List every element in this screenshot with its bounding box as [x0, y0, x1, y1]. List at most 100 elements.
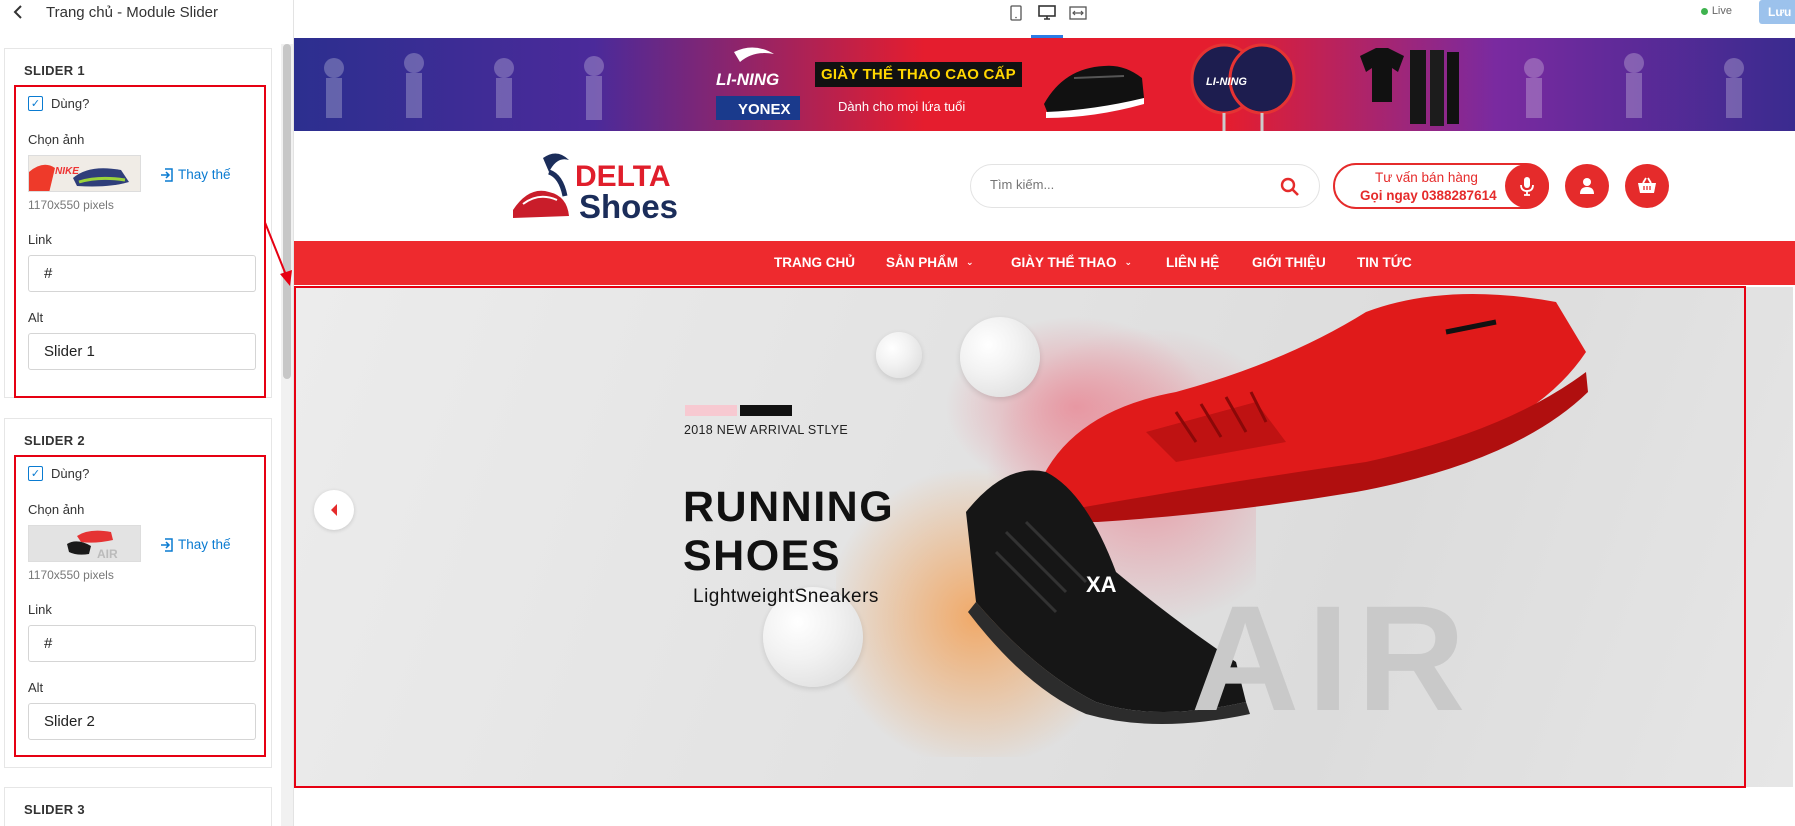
link-label: Link: [28, 232, 52, 247]
user-icon: [1580, 178, 1594, 194]
image-dimensions: 1170x550 pixels: [28, 198, 114, 212]
fullwidth-icon[interactable]: [1067, 2, 1089, 24]
save-button[interactable]: Lưu: [1759, 0, 1795, 24]
slider-fields-highlight: ✓ Dùng? Chọn ảnh NIKE Thay thế 1170x550 …: [14, 85, 266, 398]
enable-checkbox[interactable]: ✓: [28, 466, 43, 481]
logo-shoes: Shoes: [579, 188, 678, 225]
preview-toolbar: Live Lưu: [294, 0, 1795, 38]
search-input[interactable]: [990, 177, 1250, 192]
website-preview: LI-NING YONEX GIÀY THỂ THAO CAO CẤP Dành…: [294, 38, 1795, 826]
alt-label: Alt: [28, 310, 44, 325]
hero-title: RUNNING SHOES: [683, 483, 894, 581]
sportswear-image: [1360, 48, 1459, 126]
search-icon[interactable]: [1280, 177, 1300, 197]
nav-item-home[interactable]: TRANG CHỦ: [774, 255, 855, 270]
svg-text:LI-NING: LI-NING: [1206, 76, 1247, 88]
enable-checkbox-row[interactable]: ✓ Dùng?: [28, 96, 89, 111]
nav-item-products[interactable]: SẢN PHẨM ⌄: [886, 255, 974, 270]
hero-title-line1: RUNNING: [683, 483, 895, 531]
hero-slider[interactable]: XA 2018 NEW ARRIVAL STLYE RUNNING SHOES …: [296, 287, 1793, 787]
link-label: Link: [28, 602, 52, 617]
slider-heading: SLIDER 1: [24, 63, 85, 78]
nav-item-news[interactable]: TIN TỨC: [1357, 255, 1412, 270]
banner-slogan: GIÀY THỂ THAO CAO CẤP: [815, 62, 1022, 87]
scrollbar-thumb[interactable]: [283, 44, 291, 379]
microphone-button[interactable]: [1505, 164, 1549, 208]
panel-header: Trang chủ - Module Slider: [0, 0, 293, 24]
nav-item-sport-shoes[interactable]: GIÀY THỂ THAO ⌄: [1011, 255, 1132, 270]
delta-shoes-logo[interactable]: DELTA Shoes: [509, 146, 694, 226]
hero-watermark: AIR: [1191, 574, 1474, 742]
enable-checkbox[interactable]: ✓: [28, 96, 43, 111]
slider-thumbnail[interactable]: NIKE: [28, 155, 141, 192]
brand-lining: LI-NING: [716, 70, 779, 89]
live-dot-icon: [1700, 7, 1708, 15]
replace-label: Thay thế: [178, 537, 231, 552]
nav-item-contact[interactable]: LIÊN HỆ: [1166, 255, 1219, 270]
callout-arrow-icon: [264, 219, 292, 286]
chevron-down-icon: ⌄: [966, 257, 974, 267]
settings-panel: Trang chủ - Module Slider SLIDER 1 ✓ Dùn…: [0, 0, 294, 826]
banner-subtitle: Dành cho mọi lứa tuổi: [838, 99, 966, 114]
site-search[interactable]: [970, 164, 1320, 208]
slider-heading: SLIDER 2: [24, 433, 85, 448]
account-button[interactable]: [1565, 164, 1609, 208]
slider-card-2: SLIDER 2 ✓ Dùng? Chọn ảnh AIR Thay thế 1…: [4, 418, 272, 768]
lining-yonex-logo: LI-NING YONEX: [716, 47, 800, 120]
replace-icon: [161, 537, 173, 552]
athletes-background: [1524, 53, 1744, 118]
live-status: Live: [1700, 5, 1732, 17]
back-icon[interactable]: [8, 2, 28, 22]
site-header: DELTA Shoes Tư vấn bán hàng Gọi ngay 038…: [294, 131, 1795, 241]
rackets-image: LI-NING: [1190, 43, 1296, 131]
chevron-down-icon: ⌄: [1124, 257, 1133, 267]
enable-label: Dùng?: [51, 466, 90, 481]
desktop-icon[interactable]: [1036, 2, 1058, 24]
nav-label: LIÊN HỆ: [1166, 255, 1220, 270]
svg-text:AIR: AIR: [97, 547, 118, 561]
panel-scrollbar[interactable]: [281, 44, 293, 826]
slider-thumbnail[interactable]: AIR: [28, 525, 141, 562]
cart-button[interactable]: [1625, 164, 1669, 208]
shoe-text: XA: [1086, 572, 1117, 597]
panel-title: Trang chủ - Module Slider: [46, 3, 219, 21]
basket-icon: [1638, 177, 1656, 193]
replace-label: Thay thế: [178, 167, 231, 182]
hero-eyebrow: 2018 NEW ARRIVAL STLYE: [684, 423, 849, 437]
top-promo-banner[interactable]: LI-NING YONEX GIÀY THỂ THAO CAO CẤP Dành…: [294, 38, 1795, 131]
link-input[interactable]: [28, 625, 256, 662]
slider-card-1: SLIDER 1 ✓ Dùng? Chọn ảnh NIKE Thay thế: [4, 48, 272, 398]
nav-label: SẢN PHẨM: [886, 255, 959, 270]
nav-label: TIN TỨC: [1357, 255, 1412, 270]
hero-title-line2: SHOES: [683, 532, 842, 580]
sneaker-image: [1044, 65, 1144, 118]
nav-label: GIỚI THIỆU: [1252, 255, 1326, 270]
tablet-icon[interactable]: [1005, 2, 1027, 24]
nav-label: GIÀY THỂ THAO: [1011, 255, 1117, 270]
caret-left-icon: [331, 504, 337, 516]
microphone-icon: [1520, 177, 1534, 196]
alt-input[interactable]: [28, 703, 256, 740]
hotline-line1: Tư vấn bán hàng: [1375, 170, 1478, 185]
main-nav: TRANG CHỦ SẢN PHẨM ⌄ GIÀY THỂ THAO ⌄ LIÊN …: [294, 241, 1795, 285]
hotline-line2: Gọi ngay 0388287614: [1360, 188, 1497, 203]
alt-input[interactable]: [28, 333, 256, 370]
image-label: Chọn ảnh: [28, 132, 85, 147]
brand-yonex: YONEX: [738, 101, 791, 118]
image-label: Chọn ảnh: [28, 502, 85, 517]
slider-prev-button[interactable]: [314, 490, 354, 530]
enable-checkbox-row[interactable]: ✓ Dùng?: [28, 466, 89, 481]
link-input[interactable]: [28, 255, 256, 292]
slider-card-3[interactable]: SLIDER 3: [4, 787, 272, 826]
hero-subtitle: LightweightSneakers: [693, 586, 879, 607]
live-label: Live: [1711, 5, 1732, 17]
preview-area: Live Lưu LI-NING YONEX GIÀY THỂ THAO CAO…: [294, 0, 1795, 826]
replace-image-link[interactable]: Thay thế: [160, 537, 231, 552]
nav-label: TRANG CHỦ: [774, 255, 855, 270]
nav-item-about[interactable]: GIỚI THIỆU: [1252, 255, 1326, 270]
accent-stripe: [740, 405, 792, 416]
slider-heading: SLIDER 3: [24, 802, 85, 817]
enable-label: Dùng?: [51, 96, 90, 111]
replace-icon: [161, 167, 173, 182]
replace-image-link[interactable]: Thay thế: [160, 167, 231, 182]
